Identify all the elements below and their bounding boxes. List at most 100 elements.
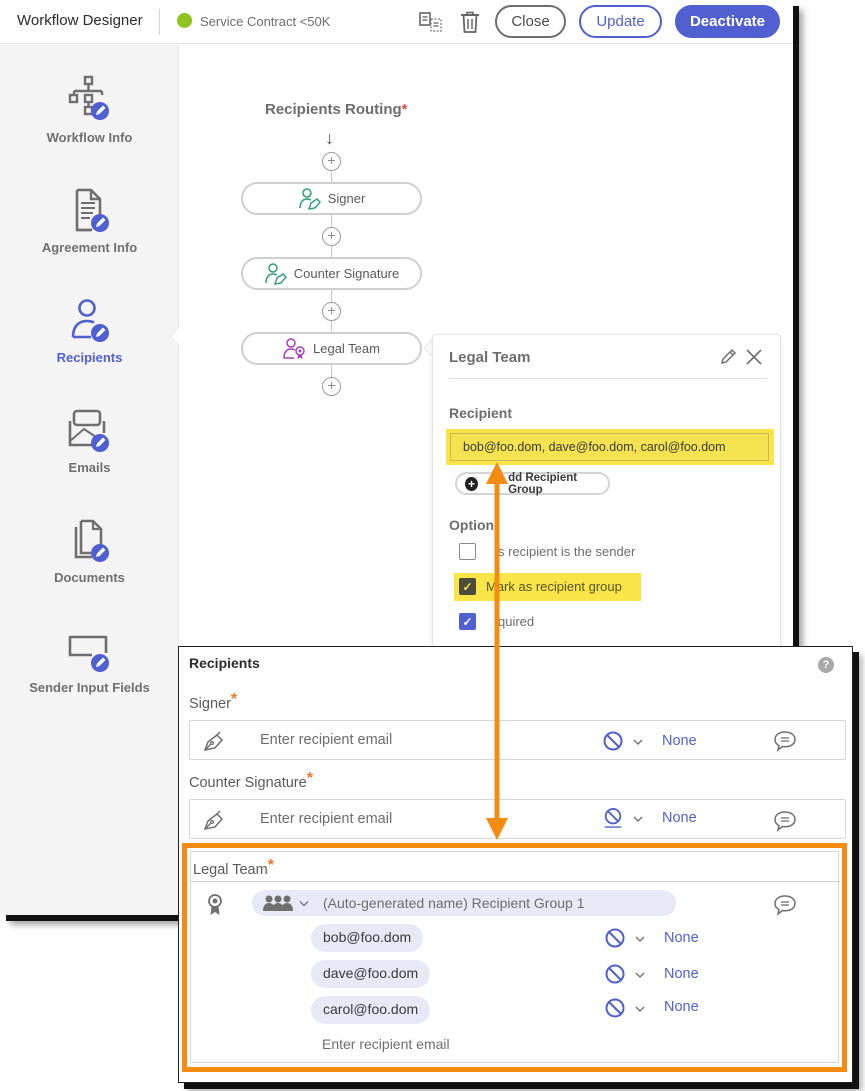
add-step-button[interactable]: + — [322, 302, 341, 321]
required-mark: * — [306, 770, 313, 787]
required-mark: * — [230, 691, 238, 708]
counter-signature-recipient-row: Enter recipient email None — [189, 799, 846, 839]
route-node-label: Legal Team — [313, 341, 380, 356]
popover-divider — [449, 378, 767, 379]
no-auth-icon[interactable] — [605, 998, 625, 1018]
recipient-section-label: Recipient — [449, 405, 513, 421]
user-edit-icon — [71, 299, 109, 342]
group-people-icon — [263, 895, 293, 911]
title-divider — [159, 9, 160, 35]
workflow-edit-icon — [68, 75, 109, 120]
required-mark: * — [401, 101, 408, 118]
chevron-down-icon[interactable] — [635, 971, 645, 979]
sidebar-label: Workflow Info — [46, 130, 133, 145]
recipient-email-input[interactable]: bob@foo.dom, dave@foo.dom, carol@foo.dom — [450, 433, 769, 461]
add-step-button[interactable]: + — [322, 377, 341, 396]
auth-method-value[interactable]: None — [664, 930, 699, 946]
signer-recipient-row: Enter recipient email None — [189, 720, 846, 760]
message-icon[interactable] — [773, 730, 797, 752]
annotation-arrow-icon — [486, 462, 508, 840]
message-icon[interactable] — [773, 810, 797, 832]
auth-method-value[interactable]: None — [664, 966, 699, 982]
help-icon[interactable]: ? — [818, 657, 834, 673]
chevron-down-icon[interactable] — [635, 1005, 645, 1013]
recipient-group-pill[interactable]: (Auto-generated name) Recipient Group 1 — [252, 890, 676, 916]
close-icon[interactable] — [745, 348, 763, 366]
chevron-down-icon[interactable] — [635, 935, 645, 943]
route-node-legal-team[interactable]: Legal Team — [241, 332, 422, 365]
route-node-label: Counter Signature — [293, 266, 400, 281]
recipient-group-name: (Auto-generated name) Recipient Group 1 — [323, 895, 585, 911]
role-label-text: Signer — [189, 696, 231, 712]
add-step-button[interactable]: + — [322, 152, 341, 171]
route-node-label: Signer — [327, 191, 366, 206]
workflow-name: Service Contract <50K — [200, 14, 331, 29]
status-active-dot — [177, 13, 192, 28]
sidebar-item-recipients[interactable]: Recipients — [0, 297, 179, 397]
recipient-email-input[interactable]: Enter recipient email — [260, 732, 392, 748]
auth-method-value[interactable]: None — [662, 810, 697, 826]
route-node-signer[interactable]: Signer — [241, 182, 422, 215]
no-auth-icon[interactable] — [603, 808, 623, 828]
close-button[interactable]: Close — [495, 5, 566, 38]
sidebar-item-sender-input-fields[interactable]: Sender Input Fields — [0, 627, 179, 727]
trash-icon[interactable] — [458, 10, 482, 34]
signer-icon — [298, 187, 321, 210]
approver-award-icon — [208, 894, 222, 915]
start-arrow-icon: ↓ — [325, 128, 334, 148]
role-label-signer: Signer* — [189, 691, 237, 712]
message-icon[interactable] — [773, 894, 797, 916]
required-mark: * — [267, 857, 274, 874]
role-label-text: Legal Team — [193, 862, 268, 878]
sidebar: Workflow Info Agreement Info Recipients … — [0, 45, 179, 915]
documents-edit-icon — [74, 519, 109, 562]
recipient-email-input[interactable]: Enter recipient email — [260, 811, 392, 827]
add-recipient-group-label: dd Recipient Group — [508, 471, 578, 496]
member-email-chip[interactable]: carol@foo.dom — [311, 996, 431, 1024]
update-button[interactable]: Update — [579, 5, 662, 38]
member-email-chip[interactable]: dave@foo.dom — [311, 960, 431, 988]
legal-team-highlight-box: Legal Team* (Auto-generated name) Recipi… — [182, 843, 847, 1072]
add-recipient-group-button[interactable]: + dd Recipient Group — [455, 471, 610, 496]
legal-team-section: Legal Team* (Auto-generated name) Recipi… — [190, 851, 840, 1063]
auth-method-value[interactable]: None — [664, 999, 699, 1015]
checkbox-checked[interactable]: ✓ — [459, 613, 476, 630]
pencil-icon[interactable] — [719, 348, 737, 366]
checkbox-checked[interactable]: ✓ — [459, 578, 476, 595]
chevron-down-icon[interactable] — [633, 738, 643, 746]
sidebar-item-agreement-info[interactable]: Agreement Info — [0, 187, 179, 287]
recipients-panel: Recipients ? Signer* Enter recipient ema… — [178, 646, 853, 1083]
checkbox-unchecked[interactable] — [459, 543, 476, 560]
popover-title: Legal Team — [449, 349, 531, 366]
app-title: Workflow Designer — [17, 12, 143, 29]
input-field-edit-icon — [68, 635, 109, 672]
sidebar-item-workflow-info[interactable]: Workflow Info — [0, 75, 179, 175]
member-email-chip[interactable]: bob@foo.dom — [311, 924, 424, 952]
duplicate-icon[interactable] — [419, 10, 443, 34]
sidebar-label: Emails — [68, 460, 111, 475]
pen-nib-icon — [203, 810, 224, 831]
chevron-down-icon[interactable] — [299, 900, 309, 907]
no-auth-icon[interactable] — [605, 928, 625, 948]
approver-icon — [283, 337, 305, 359]
no-auth-icon[interactable] — [603, 731, 623, 751]
plus-circle-icon: + — [465, 476, 479, 491]
add-step-button[interactable]: + — [322, 227, 341, 246]
sidebar-label: Sender Input Fields — [29, 680, 150, 695]
signer-icon — [264, 262, 287, 285]
sidebar-label: Documents — [54, 570, 125, 585]
routing-title: Recipients Routing* — [265, 101, 408, 118]
auth-method-value[interactable]: None — [662, 733, 697, 749]
email-edit-icon — [68, 409, 109, 452]
no-auth-icon[interactable] — [605, 964, 625, 984]
role-label-legal-team: Legal Team* — [193, 857, 274, 878]
deactivate-button[interactable]: Deactivate — [675, 5, 780, 38]
sidebar-label: Agreement Info — [41, 240, 138, 255]
sidebar-item-documents[interactable]: Documents — [0, 517, 179, 617]
top-bar: Workflow Designer Service Contract <50K … — [0, 0, 793, 44]
section-divider — [191, 881, 840, 882]
sidebar-item-emails[interactable]: Emails — [0, 407, 179, 507]
route-node-counter-signature[interactable]: Counter Signature — [241, 257, 422, 290]
group-email-input[interactable]: Enter recipient email — [322, 1036, 450, 1052]
chevron-down-icon[interactable] — [633, 815, 643, 823]
